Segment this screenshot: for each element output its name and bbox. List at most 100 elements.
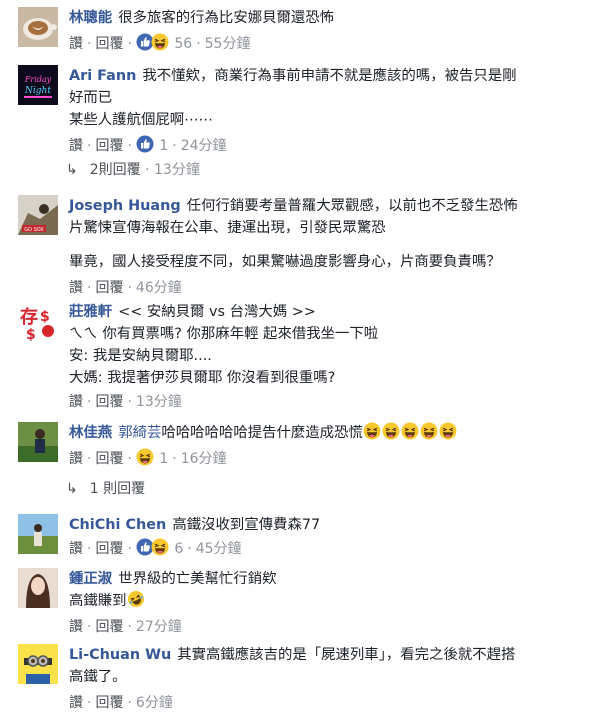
reply-button[interactable]: 回覆	[95, 394, 123, 410]
svg-text:$: $	[40, 309, 50, 325]
comment-author[interactable]: Joseph Huang	[69, 198, 181, 214]
view-replies-link[interactable]: ↳ 2則回覆 · 13分鐘	[66, 159, 200, 181]
like-button[interactable]: 讚	[69, 394, 83, 410]
comment-text: 其實高鐵應該吉的是「屍速列車」，看完之後就不趕搭	[177, 647, 516, 663]
comment-actions: 讚 · 回覆 · 1 · 16分鐘	[69, 448, 577, 470]
timestamp[interactable]: 24分鐘	[181, 138, 227, 154]
reply-button[interactable]: 回覆	[95, 138, 123, 154]
comment-text: 高鐵賺到	[69, 593, 127, 609]
comment-text: 畢竟，國人接受程度不同，如果驚嚇過度影響身心，片商要負責嗎？	[69, 254, 501, 270]
like-button[interactable]: 讚	[69, 695, 83, 711]
svg-text:$: $	[26, 327, 36, 341]
reaction-summary[interactable]	[136, 33, 170, 55]
like-button[interactable]: 讚	[69, 36, 83, 52]
timestamp[interactable]: 27分鐘	[136, 619, 182, 635]
svg-text:Friday: Friday	[24, 75, 52, 84]
like-button[interactable]: 讚	[69, 138, 83, 154]
comment-body: Joseph Huang 任何行銷要考量普羅大眾觀感，以前也不乏發生恐怖 片驚悚宣…	[69, 195, 577, 299]
comment-text: 很多旅客的行為比安娜貝爾還恐怖	[118, 10, 335, 26]
reply-button[interactable]: 回覆	[95, 451, 123, 467]
thumbs-up-icon	[136, 135, 154, 153]
like-button[interactable]: 讚	[69, 451, 83, 467]
reaction-summary[interactable]	[136, 135, 155, 157]
comment-text: 安: 我是安納貝爾耶....	[69, 348, 212, 364]
comment-actions: 讚 · 回覆 · 1 · 24分鐘	[69, 135, 577, 157]
comment: Li-Chuan Wu 其實高鐵應該吉的是「屍速列車」，看完之後就不趕搭 高鐵了。…	[0, 640, 599, 719]
laughing-face-icon	[151, 538, 169, 556]
comment: 鍾正淑 世界級的亡美幫忙行銷欸 高鐵賺到 讚 · 回覆 · 27分鐘	[0, 566, 599, 640]
comments-list: 林聰能 很多旅客的行為比安娜貝爾還恐怖 讚 · 回覆 · 56 · 55分鐘 Friday …	[0, 0, 599, 719]
reaction-count: 1	[159, 138, 169, 154]
avatar[interactable]: GO SOX	[18, 195, 58, 235]
comment-author[interactable]: Ari Fann	[69, 68, 136, 84]
reply-button[interactable]: 回覆	[95, 619, 123, 635]
replies-count[interactable]: 1 則回覆	[90, 481, 145, 497]
laughing-face-icon	[151, 33, 169, 51]
laughing-face-icon	[136, 448, 154, 466]
timestamp[interactable]: 6分鐘	[136, 695, 173, 711]
avatar[interactable]	[18, 568, 58, 608]
comment-author[interactable]: 莊雅軒	[69, 304, 112, 320]
avatar[interactable]	[18, 644, 58, 684]
comment: 林聰能 很多旅客的行為比安娜貝爾還恐怖 讚 · 回覆 · 56 · 55分鐘	[0, 0, 599, 62]
reply-button[interactable]: 回覆	[95, 541, 123, 557]
comment-author[interactable]: Li-Chuan Wu	[69, 647, 171, 663]
comment-body: 林佳燕 郭綺芸哈哈哈哈哈哈提告什麼造成恐慌 讚 · 回覆 · 1 · 16分鐘	[69, 422, 577, 470]
comment: GO SOX Joseph Huang 任何行銷要考量普羅大眾觀感，以前也不乏發生…	[0, 190, 599, 296]
comment-text: 哈哈哈哈哈哈提告什麼造成恐慌	[161, 425, 363, 441]
mention-link[interactable]: 郭綺芸	[118, 425, 161, 441]
comment-author[interactable]: ChiChi Chen	[69, 517, 166, 533]
comment-text: ㄟㄟ 你有買票嗎? 你那麻年輕 起來借我坐一下啦	[69, 326, 379, 342]
view-replies-link[interactable]: ↳ 1 則回覆	[66, 478, 145, 500]
comment: 林佳燕 郭綺芸哈哈哈哈哈哈提告什麼造成恐慌 讚 · 回覆 · 1 · 16分鐘 ↳ 1 則回覆	[0, 418, 599, 514]
comment-body: Li-Chuan Wu 其實高鐵應該吉的是「屍速列車」，看完之後就不趕搭 高鐵了。…	[69, 644, 577, 714]
like-button[interactable]: 讚	[69, 619, 83, 635]
comment-text: 高鐵了。	[69, 669, 127, 685]
reply-arrow-icon: ↳	[66, 162, 78, 178]
comment-text: 大媽: 我提著伊莎貝爾耶 你沒看到很重嗎?	[69, 370, 336, 386]
comment-body: Ari Fann 我不懂欸，商業行為事前申請不就是應該的嗎，被告只是剛 好而已 某…	[69, 65, 577, 157]
reaction-summary[interactable]	[136, 448, 155, 470]
comment-body: 林聰能 很多旅客的行為比安娜貝爾還恐怖 讚 · 回覆 · 56 · 55分鐘	[69, 7, 577, 55]
comment-author[interactable]: 林佳燕	[69, 425, 112, 441]
replies-count[interactable]: 2則回覆	[90, 162, 141, 178]
comment-body: 鍾正淑 世界級的亡美幫忙行銷欸 高鐵賺到 讚 · 回覆 · 27分鐘	[69, 568, 577, 638]
comment-actions: 讚 · 回覆 · 56 · 55分鐘	[69, 33, 577, 55]
timestamp[interactable]: 13分鐘	[136, 394, 182, 410]
comment-actions: 讚 · 回覆 · 27分鐘	[69, 619, 182, 635]
laughing-face-icon	[439, 422, 457, 440]
comment-author[interactable]: 林聰能	[69, 10, 112, 26]
comment-text: 世界級的亡美幫忙行銷欸	[118, 571, 277, 587]
comment-body: 莊雅軒 << 安納貝爾 vs 台灣大媽 >> ㄟㄟ 你有買票嗎? 你那麻年輕 起來…	[69, 301, 577, 413]
comment-text: 好而已	[69, 90, 113, 106]
avatar[interactable]	[18, 7, 58, 47]
comment: Friday Night Ari Fann 我不懂欸，商業行為事前申請不就是應該的…	[0, 62, 599, 190]
rolling-laughing-icon	[127, 590, 145, 608]
laughing-face-icon	[401, 422, 419, 440]
comment-text: 某些人護航個屁啊⋯⋯	[69, 112, 213, 128]
comment-text	[69, 239, 577, 251]
avatar[interactable]	[18, 422, 58, 462]
avatar[interactable]	[18, 514, 58, 554]
avatar[interactable]: Friday Night	[18, 65, 58, 105]
comment-body: ChiChi Chen 高鐵沒收到宣傳費森77 讚 · 回覆 · 6 · 45分鐘	[69, 514, 577, 560]
reaction-count: 56	[174, 36, 193, 52]
avatar[interactable]: 存 $ $	[18, 301, 58, 341]
timestamp[interactable]: 16分鐘	[181, 451, 227, 467]
laughing-face-icon	[420, 422, 438, 440]
comment: 存 $ $ 莊雅軒 << 安納貝爾 vs 台灣大媽 >> ㄟㄟ 你有買票嗎? 你那…	[0, 294, 599, 418]
timestamp[interactable]: 45分鐘	[196, 541, 242, 557]
comment-text: 任何行銷要考量普羅大眾觀感，以前也不乏發生恐怖	[186, 198, 518, 214]
reply-arrow-icon: ↳	[66, 481, 78, 497]
reply-button[interactable]: 回覆	[95, 36, 123, 52]
like-button[interactable]: 讚	[69, 541, 83, 557]
comment-text: << 安納貝爾 vs 台灣大媽 >>	[118, 304, 316, 320]
timestamp: 13分鐘	[154, 162, 200, 178]
svg-text:GO SOX: GO SOX	[24, 227, 44, 233]
reply-button[interactable]: 回覆	[95, 695, 123, 711]
comment-author[interactable]: 鍾正淑	[69, 571, 112, 587]
svg-text:Night: Night	[24, 86, 51, 96]
comment-actions: 讚 · 回覆 · 6 · 45分鐘	[69, 538, 577, 560]
reaction-summary[interactable]	[136, 538, 170, 560]
timestamp[interactable]: 55分鐘	[205, 36, 251, 52]
